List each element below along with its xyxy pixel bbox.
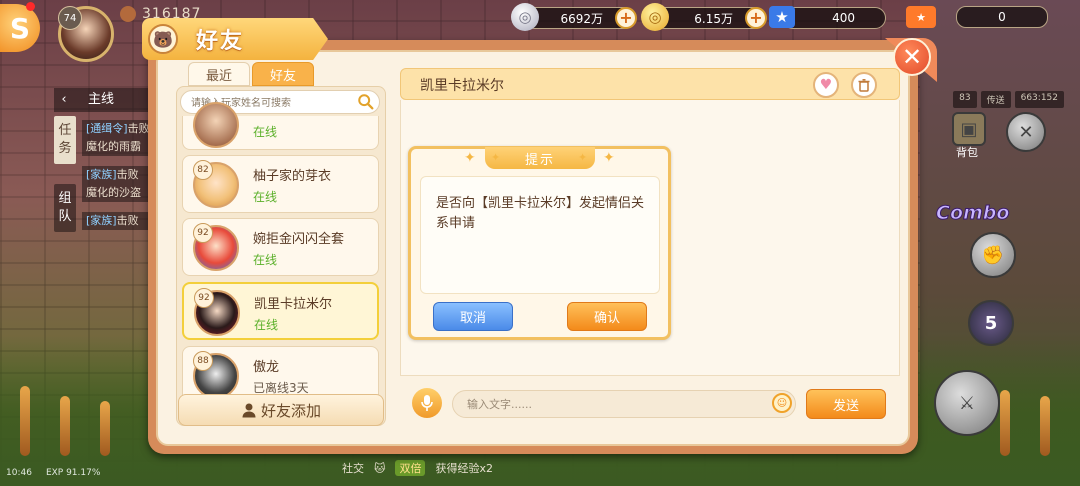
skill-button[interactable]: 5: [968, 300, 1014, 346]
friend-status: 在线: [253, 190, 278, 204]
sparkle-icon: ✦: [464, 150, 476, 166]
task-side-tab[interactable]: 任务: [54, 116, 76, 164]
friend-status: 在线: [253, 253, 278, 267]
gold-currency: ◎ 6.15万 +: [641, 3, 767, 31]
wheat-decoration: [100, 401, 110, 456]
teleport-button[interactable]: 传送: [980, 91, 1011, 108]
add-friend-label: 好友添加: [260, 401, 321, 420]
chevron-left-icon[interactable]: ‹: [54, 88, 74, 112]
wheat-decoration: [60, 396, 70, 456]
map-info-bar: 83 传送 663:152: [953, 91, 1064, 108]
silver-value: 6692万: [560, 11, 603, 26]
search-icon[interactable]: [357, 93, 375, 111]
confirm-button[interactable]: 确认: [567, 302, 647, 331]
sword-attack-icon[interactable]: ⚔: [934, 370, 1000, 436]
backpack-icon[interactable]: ▣: [952, 112, 986, 146]
exp-text: EXP 91.17%: [45, 468, 101, 478]
friend-name: 婉拒金闪闪全套: [253, 232, 345, 247]
inventory-counter: 0: [956, 6, 1048, 28]
bear-icon: 🐻: [148, 24, 178, 54]
friend-avatar: [193, 102, 239, 148]
crossed-swords-icon[interactable]: ✕: [1006, 112, 1046, 152]
silver-currency: ◎ 6692万 +: [511, 3, 637, 31]
add-friend-button[interactable]: 好友添加: [178, 394, 384, 426]
friend-list-item[interactable]: 82 柚子家的芽衣 在线: [182, 155, 379, 213]
friend-level-badge: 92: [194, 288, 214, 308]
bottom-info: 社交 🐱 双倍 获得经验x2: [342, 460, 493, 476]
friend-list-item-selected[interactable]: 92 凯里卡拉米尔 在线: [182, 282, 379, 340]
inventory-count-value: 0: [998, 10, 1006, 24]
combo-label: Combo: [935, 202, 1010, 225]
tab-recent[interactable]: 最近: [188, 62, 250, 86]
friend-name: 凯里卡拉米尔: [254, 297, 333, 312]
double-exp-tag: 双倍: [395, 460, 426, 476]
add-silver-button[interactable]: +: [615, 7, 637, 29]
map-info-item: 83: [953, 91, 977, 108]
chat-input[interactable]: [465, 397, 769, 412]
wheat-decoration: [20, 386, 30, 456]
friend-level-badge: 82: [193, 160, 213, 180]
wheat-decoration: [1040, 396, 1050, 456]
popup-message: 是否向【凯里卡拉米尔】发起情侣关系申请: [436, 196, 645, 231]
notification-dot: [26, 2, 35, 11]
ticket-value: 400: [832, 11, 855, 25]
cat-icon: 🐱: [374, 461, 386, 475]
friend-status: 在线: [254, 318, 279, 332]
sparkle-icon: ✦: [603, 150, 615, 166]
user-icon: [242, 403, 256, 418]
friend-name: 柚子家的芽衣: [253, 169, 332, 184]
ticket-currency: ★ 400: [769, 6, 886, 29]
close-icon: ✕: [901, 43, 923, 71]
friend-name: 傲龙: [253, 360, 280, 375]
trash-icon[interactable]: [851, 72, 877, 98]
coordinates-readout: 663:152: [1014, 91, 1064, 108]
clock-text: 10:46: [6, 468, 32, 478]
emoji-icon[interactable]: ☺: [772, 393, 792, 413]
exp-tip-text: 获得经验x2: [435, 462, 493, 475]
friend-status: 在线: [253, 125, 278, 139]
team-side-tab[interactable]: 组队: [54, 184, 76, 232]
event-star-icon[interactable]: ★: [906, 6, 936, 28]
cancel-button[interactable]: 取消: [433, 302, 513, 331]
skill-button[interactable]: ✊: [970, 232, 1016, 278]
friend-list-item[interactable]: 92 婉拒金闪闪全套 在线: [182, 218, 379, 276]
microphone-icon[interactable]: [412, 388, 442, 418]
dialog-title: 好友: [196, 29, 245, 54]
mic-glyph: [421, 395, 433, 411]
ticket-icon: ★: [769, 6, 795, 28]
social-label[interactable]: 社交: [342, 460, 364, 476]
gold-coin-icon: ◎: [641, 3, 669, 31]
backpack-label: 背包: [956, 146, 978, 159]
friend-level-badge: 92: [193, 223, 213, 243]
send-button[interactable]: 发送: [806, 389, 886, 419]
chat-partner-name: 凯里卡拉米尔: [420, 78, 504, 94]
trash-glyph: [858, 78, 870, 92]
silver-coin-icon: ◎: [511, 3, 539, 31]
power-icon: [120, 6, 136, 22]
sparkle-icon: ✦: [491, 151, 501, 164]
add-gold-button[interactable]: +: [745, 7, 767, 29]
sparkle-icon: ✦: [578, 151, 588, 164]
player-level-badge: 74: [58, 6, 82, 30]
chat-input-wrapper: [452, 390, 796, 418]
wheat-decoration: [1000, 390, 1010, 456]
task-tab-main[interactable]: ‹ 主线: [54, 88, 154, 112]
system-status-bar: 10:46 EXP 91.17%: [6, 468, 100, 478]
friend-level-badge: 88: [193, 351, 213, 371]
task-panel: ‹ 主线 任务 组队 [通缉令]击败 魔化的雨霸 [家族]击败 魔化的沙盗 [家族…: [54, 88, 180, 258]
heart-icon[interactable]: ♥: [813, 72, 839, 98]
gold-value: 6.15万: [694, 11, 733, 26]
tab-friends[interactable]: 好友: [252, 62, 314, 86]
friend-list-item[interactable]: 在线: [182, 102, 379, 150]
